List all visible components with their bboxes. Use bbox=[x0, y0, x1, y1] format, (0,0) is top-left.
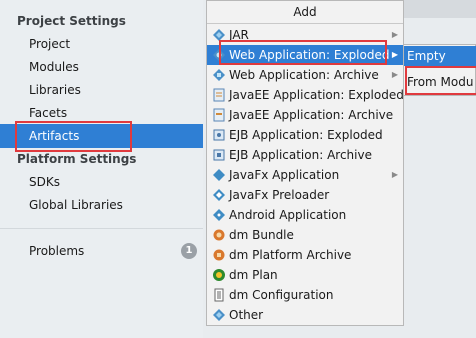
menu-item-javaee-application-archive[interactable]: JavaEE Application: Archive bbox=[207, 105, 403, 125]
menu-item-label: JavaFx Preloader bbox=[229, 188, 330, 202]
menu-item-javafx-preloader[interactable]: JavaFx Preloader bbox=[207, 185, 403, 205]
menu-item-ejb-application-exploded[interactable]: EJB Application: Exploded bbox=[207, 125, 403, 145]
menu-item-label: JavaEE Application: Exploded bbox=[229, 88, 404, 102]
menu-item-ejb-application-archive[interactable]: EJB Application: Archive bbox=[207, 145, 403, 165]
web-archive-icon bbox=[212, 68, 226, 82]
menu-item-label: dm Bundle bbox=[229, 228, 294, 242]
dm-bundle-icon bbox=[212, 228, 226, 242]
menu-item-javaee-application-exploded[interactable]: JavaEE Application: Exploded bbox=[207, 85, 404, 105]
sidebar-item-libraries[interactable]: Libraries bbox=[0, 79, 203, 102]
submenu-arrow-icon: ▶ bbox=[391, 50, 398, 59]
web-exploded-annotation-box bbox=[219, 40, 387, 65]
menu-item-dm-platform-archive[interactable]: dm Platform Archive bbox=[207, 245, 403, 265]
sidebar-edge bbox=[203, 0, 205, 338]
sidebar-item-sdks[interactable]: SDKs bbox=[0, 171, 203, 194]
settings-sidebar: Project Settings Project Modules Librari… bbox=[0, 0, 203, 338]
menu-item-dm-plan[interactable]: dm Plan bbox=[207, 265, 403, 285]
popup-title: Add bbox=[207, 1, 403, 24]
menu-item-label: EJB Application: Archive bbox=[229, 148, 372, 162]
ejb-exploded-icon bbox=[212, 128, 226, 142]
problems-count-badge: 1 bbox=[181, 243, 197, 259]
menu-item-android-application[interactable]: Android Application bbox=[207, 205, 403, 225]
menu-item-dm-bundle[interactable]: dm Bundle bbox=[207, 225, 403, 245]
dm-platform-icon bbox=[212, 248, 226, 262]
android-app-icon bbox=[212, 208, 226, 222]
menu-item-javafx-application[interactable]: JavaFx Application ▶ bbox=[207, 165, 403, 185]
javafx-app-icon bbox=[212, 168, 226, 182]
sidebar-item-global-libraries[interactable]: Global Libraries bbox=[0, 194, 203, 217]
dm-config-icon bbox=[212, 288, 226, 302]
submenu-arrow-icon: ▶ bbox=[391, 70, 398, 79]
menu-item-dm-configuration[interactable]: dm Configuration bbox=[207, 285, 403, 305]
submenu-item-empty[interactable]: Empty bbox=[404, 46, 476, 66]
platform-settings-title: Platform Settings bbox=[17, 152, 137, 166]
project-settings-title: Project Settings bbox=[17, 14, 126, 28]
sidebar-item-problems[interactable]: Problems bbox=[0, 240, 203, 263]
javafx-preloader-icon bbox=[212, 188, 226, 202]
submenu-arrow-icon: ▶ bbox=[391, 170, 398, 179]
submenu-arrow-icon: ▶ bbox=[391, 30, 398, 39]
javaee-archive-icon bbox=[212, 108, 226, 122]
ejb-archive-icon bbox=[212, 148, 226, 162]
header-strip bbox=[404, 0, 476, 18]
menu-item-label: dm Configuration bbox=[229, 288, 334, 302]
dm-plan-icon bbox=[212, 268, 226, 282]
menu-item-label: Web Application: Archive bbox=[229, 68, 379, 82]
sidebar-item-project[interactable]: Project bbox=[0, 33, 203, 56]
menu-item-label: Other bbox=[229, 308, 264, 322]
menu-item-label: dm Platform Archive bbox=[229, 248, 352, 262]
javaee-exploded-icon bbox=[212, 88, 226, 102]
menu-item-other[interactable]: Other bbox=[207, 305, 403, 325]
sidebar-divider bbox=[0, 228, 203, 229]
menu-item-label: JavaFx Application bbox=[229, 168, 340, 182]
menu-item-label: Android Application bbox=[229, 208, 347, 222]
other-icon bbox=[212, 308, 226, 322]
menu-item-web-application-archive[interactable]: Web Application: Archive ▶ bbox=[207, 65, 403, 85]
artifacts-annotation-box bbox=[15, 121, 132, 152]
menu-item-label: dm Plan bbox=[229, 268, 278, 282]
menu-item-label: JavaEE Application: Archive bbox=[229, 108, 394, 122]
sidebar-item-modules[interactable]: Modules bbox=[0, 56, 203, 79]
menu-item-label: EJB Application: Exploded bbox=[229, 128, 383, 142]
from-modules-annotation-box bbox=[405, 66, 476, 95]
